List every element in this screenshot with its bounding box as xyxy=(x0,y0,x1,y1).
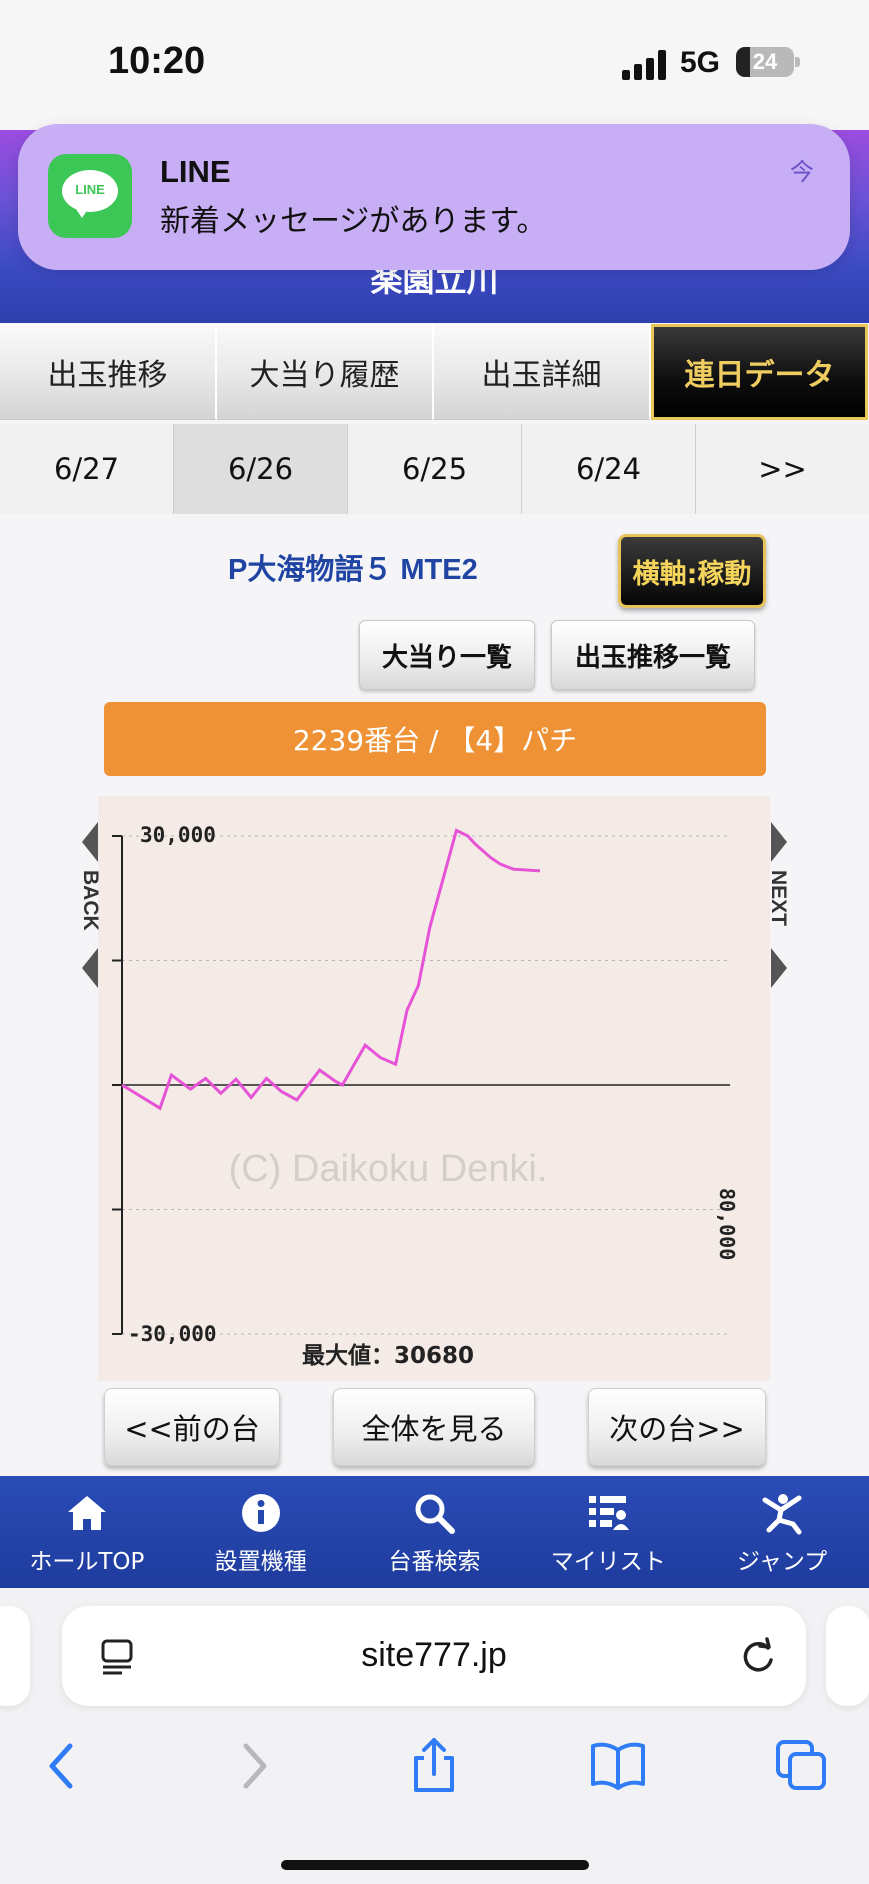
nav-label: ジャンプ xyxy=(737,1549,828,1575)
back-label[interactable]: BACK xyxy=(78,870,102,931)
date-tab-selected[interactable]: 6/26 xyxy=(174,424,348,514)
date-next-button[interactable]: >> xyxy=(696,424,869,514)
previous-tab-card[interactable] xyxy=(0,1606,30,1706)
series-line xyxy=(121,828,541,1111)
date-tab[interactable]: 6/25 xyxy=(348,424,522,514)
reload-icon[interactable] xyxy=(738,1636,778,1676)
max-value-label: 最大値：30680 xyxy=(302,1343,474,1369)
date-selector: 6/27 6/26 6/25 6/24 >> xyxy=(0,424,869,514)
notification-title: LINE xyxy=(160,154,231,189)
nav-hall-top[interactable]: ホールTOP xyxy=(0,1476,174,1588)
chart-area: (C) Daikoku Denki. 30,000 -30,000 80,000… xyxy=(98,796,770,1381)
back-icon[interactable] xyxy=(34,1736,94,1796)
y-tick-label: 30,000 xyxy=(140,823,216,847)
view-all-button[interactable]: 全体を見る xyxy=(333,1388,535,1466)
nav-installed-machines[interactable]: 設置機種 xyxy=(174,1476,348,1588)
battery-cap xyxy=(795,57,800,67)
tab-payout-detail[interactable]: 出玉詳細 xyxy=(434,324,651,420)
search-icon xyxy=(415,1494,456,1534)
next-arrow-icon[interactable] xyxy=(771,948,787,988)
nav-my-list[interactable]: マイリスト xyxy=(521,1476,695,1588)
bookmarks-icon[interactable] xyxy=(588,1736,648,1796)
notification-body: 新着メッセージがあります。 xyxy=(160,204,547,239)
nav-label: 台番検索 xyxy=(388,1549,481,1575)
list-icon xyxy=(589,1496,630,1530)
battery-icon: 24 xyxy=(736,47,794,77)
nav-label: マイリスト xyxy=(550,1549,666,1575)
next-machine-button[interactable]: 次の台>> xyxy=(588,1388,766,1466)
x-end-label: 80,000 xyxy=(715,1188,739,1260)
line-icon-text: LINE xyxy=(75,182,105,197)
tabs-icon[interactable] xyxy=(772,1736,832,1796)
next-label[interactable]: NEXT xyxy=(766,870,790,926)
payout-chart: (C) Daikoku Denki. 30,000 -30,000 80,000… xyxy=(112,823,739,1369)
nav-jump[interactable]: ジャンプ xyxy=(695,1476,869,1588)
jump-icon xyxy=(762,1494,802,1535)
next-arrow-icon[interactable] xyxy=(771,822,787,862)
date-tab[interactable]: 6/27 xyxy=(0,424,174,514)
nav-label: 設置機種 xyxy=(214,1549,307,1575)
tab-daily-data[interactable]: 連日データ xyxy=(651,324,868,420)
notification-time: 今 xyxy=(790,158,814,186)
watermark: (C) Daikoku Denki. xyxy=(229,1148,548,1190)
status-bar: 10:20 5G 24 xyxy=(0,0,869,130)
share-icon[interactable] xyxy=(404,1736,464,1796)
tab-payout-trend[interactable]: 出玉推移 xyxy=(0,324,217,420)
nav-unit-search[interactable]: 台番検索 xyxy=(348,1476,522,1588)
home-indicator xyxy=(281,1860,589,1870)
battery-level: 24 xyxy=(752,49,778,74)
jackpot-list-button[interactable]: 大当り一覧 xyxy=(359,620,535,690)
nav-label: ホールTOP xyxy=(29,1549,145,1575)
home-icon xyxy=(67,1496,106,1530)
back-arrow-icon[interactable] xyxy=(82,948,98,988)
data-tabs: 出玉推移 大当り履歴 出玉詳細 連日データ xyxy=(0,324,869,420)
axis-toggle-button[interactable]: 横軸:稼動 xyxy=(618,534,766,608)
browser-toolbar: site777.jp xyxy=(0,1588,869,1884)
network-label: 5G xyxy=(680,46,721,79)
signal-icon xyxy=(622,50,668,80)
line-app-icon: LINE xyxy=(48,154,132,238)
status-time: 10:20 xyxy=(108,40,206,82)
tab-jackpot-history[interactable]: 大当り履歴 xyxy=(217,324,434,420)
back-arrow-icon[interactable] xyxy=(82,822,98,862)
info-icon xyxy=(241,1494,280,1532)
forward-icon[interactable] xyxy=(222,1736,282,1796)
bottom-nav: ホールTOP 設置機種 台番検索 マイリスト ジャンプ xyxy=(0,1476,869,1588)
machine-name: P大海物語５ MTE2 xyxy=(228,554,478,586)
url-text: site777.jp xyxy=(361,1636,507,1674)
next-tab-card[interactable] xyxy=(826,1606,869,1706)
unit-label: 2239番台 / 【4】パチ xyxy=(104,702,766,776)
address-bar[interactable]: site777.jp xyxy=(62,1606,806,1706)
date-tab[interactable]: 6/24 xyxy=(522,424,696,514)
line-notification[interactable]: LINE LINE 新着メッセージがあります。 今 xyxy=(18,124,850,270)
payout-list-button[interactable]: 出玉推移一覧 xyxy=(551,620,755,690)
prev-machine-button[interactable]: <<前の台 xyxy=(104,1388,280,1466)
y-tick-label: -30,000 xyxy=(128,1322,217,1346)
